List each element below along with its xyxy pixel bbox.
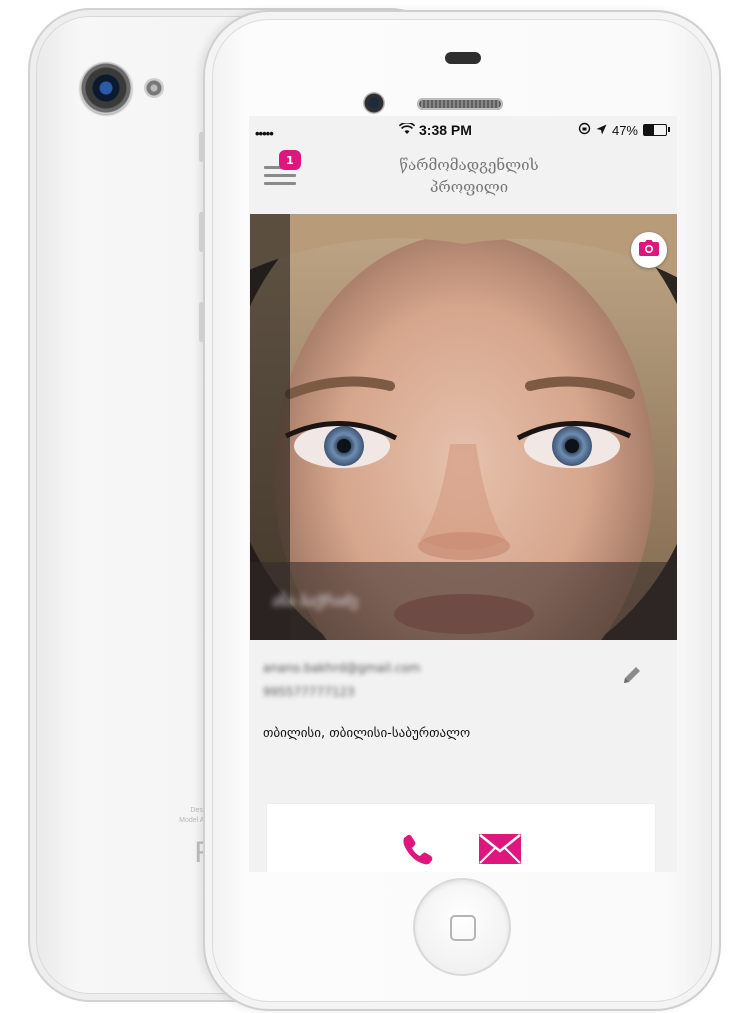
phone-icon [401, 834, 435, 870]
volume-up-button [199, 212, 204, 252]
battery-icon [643, 124, 670, 136]
front-phone-device: ••••• 3:38 PM 47% 1 წარმომადგენლის პროფი… [199, 10, 721, 1011]
photo-caption-bar: ანა ბაქრაძე [250, 562, 677, 640]
home-button[interactable] [413, 878, 511, 976]
battery-percent: 47% [611, 122, 638, 138]
address-value: თბილისი, თბილისი-საბურთალო [263, 726, 471, 741]
mail-icon [479, 834, 521, 868]
contact-info: anano.bakhrd@gmail.com 995577777123 თბილ… [263, 656, 663, 741]
rotation-lock-icon [578, 122, 591, 138]
signal-strength: ••••• [255, 126, 274, 141]
page-title-line2: პროფილი [429, 178, 509, 196]
call-button[interactable] [401, 832, 435, 870]
page-title: წარმომადგენლის პროფილი [339, 154, 599, 198]
phone-value: 995577777123 [263, 685, 355, 699]
pencil-icon [621, 667, 643, 690]
camera-icon [639, 240, 659, 260]
status-right: 47% [578, 122, 670, 138]
mute-switch [199, 132, 204, 162]
email-button[interactable] [479, 834, 521, 868]
status-center: 3:38 PM [398, 121, 472, 138]
volume-down-button [199, 302, 204, 342]
profile-photo: ანა ბაქრაძე [250, 214, 677, 640]
rear-camera-lens [80, 62, 132, 114]
change-photo-button[interactable] [631, 232, 667, 268]
contact-actions-card [267, 804, 655, 872]
representative-name: ანა ბაქრაძე [272, 592, 358, 610]
battery-level [644, 125, 655, 135]
front-camera [363, 92, 385, 114]
page-title-line1: წარმომადგენლის [399, 156, 539, 174]
email-value: anano.bakhrd@gmail.com [263, 661, 421, 675]
navigation-bar: 1 წარმომადგენლის პროფილი [249, 144, 677, 206]
status-bar: ••••• 3:38 PM 47% [249, 116, 677, 144]
edit-profile-button[interactable] [621, 664, 643, 690]
clock: 3:38 PM [419, 122, 472, 138]
rear-flash [144, 78, 164, 98]
location-icon [596, 123, 607, 138]
notification-badge: 1 [279, 150, 301, 170]
wifi-icon [398, 121, 416, 138]
proximity-sensor [445, 52, 481, 64]
earpiece-speaker [417, 98, 503, 110]
app-screen: ••••• 3:38 PM 47% 1 წარმომადგენლის პროფი… [249, 116, 677, 872]
home-square-icon [450, 915, 476, 941]
